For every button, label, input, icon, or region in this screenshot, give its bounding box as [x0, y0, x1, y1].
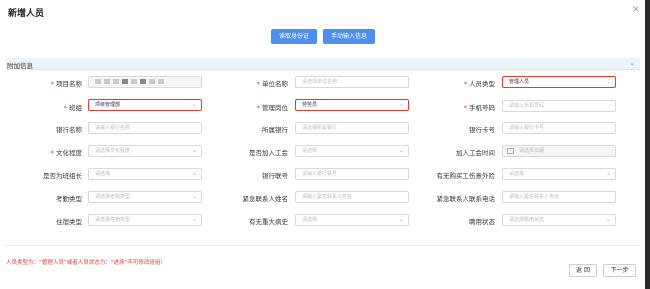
warning-note: 人员类型为：“管理人员”或者人员状态为：“进场”不可修改班组！	[6, 260, 166, 266]
top-actions: 读取身份证 手动输入信息	[0, 29, 650, 45]
phone-input[interactable]: 请输入手机号码	[502, 100, 616, 112]
team-leader-select[interactable]: 请选择 ⌄	[88, 168, 202, 180]
read-id-card-button[interactable]: 读取身份证	[271, 29, 317, 44]
education-label: * 文化程度	[50, 149, 82, 157]
joined-union-select[interactable]: 请选择 ⌄	[295, 145, 409, 157]
next-button[interactable]: 下一步	[603, 264, 636, 277]
union-join-time-label: 加入工会时间	[456, 149, 495, 157]
emergency-name-input[interactable]: 请输入紧急联系人姓名	[295, 191, 409, 203]
bank-label: 所属银行	[262, 126, 288, 134]
calendar-icon	[507, 148, 514, 154]
project-name-field	[88, 76, 202, 88]
bank-card-input[interactable]: 请输入银行卡号	[502, 122, 616, 134]
dialog-title: 新增人员	[8, 9, 45, 19]
team-label: * 班组	[63, 104, 82, 112]
education-select[interactable]: 请选择文化程度 ⌄	[88, 145, 202, 157]
major-illness-label: 有无重大病史	[249, 218, 288, 226]
chevron-down-icon: ⌄	[605, 170, 611, 177]
bank-card-label: 银行卡号	[469, 126, 495, 134]
chevron-down-icon: ⌄	[191, 101, 197, 108]
major-illness-select[interactable]: 请选择 ⌄	[295, 214, 409, 226]
joined-union-label: 是否加入工会	[249, 149, 288, 157]
attendance-type-select[interactable]: 请选择考勤类型 ⌄	[88, 191, 202, 203]
mgmt-post-select[interactable]: 劳务员 ⌄	[295, 99, 409, 111]
emergency-phone-input[interactable]: 请输入紧急联系人电话	[502, 191, 616, 203]
project-name-label: * 项目名称	[50, 80, 82, 88]
unit-name-field[interactable]: 请选择单位名称	[295, 76, 409, 88]
chevron-down-icon: ⌄	[398, 147, 404, 154]
bank-account-no-label: 银行联号	[262, 172, 288, 180]
add-person-dialog: 新增人员 × 读取身份证 手动输入信息 附加信息 ⌄ * 项目名称 * 单位名称 请…	[0, 0, 650, 289]
attendance-type-label: 考勤类型	[56, 195, 82, 203]
bank-account-no-input[interactable]: 请输入银行联号	[295, 168, 409, 180]
bank-select[interactable]: 请选择所属银行	[295, 122, 409, 134]
close-icon[interactable]: ×	[632, 4, 640, 15]
chevron-down-icon: ⌄	[191, 147, 197, 154]
employment-status-select[interactable]: 请选择聘用状态 ⌄	[502, 214, 616, 226]
back-button[interactable]: 返 回	[569, 264, 597, 277]
manual-input-button[interactable]: 手动输入信息	[323, 29, 375, 44]
emergency-phone-label: 紧急联系人联系电话	[436, 195, 496, 203]
bank-name-input[interactable]: 请输入银行名称	[88, 122, 202, 134]
accident-insurance-label: 有无购买工伤意外险	[436, 172, 496, 180]
chevron-down-icon: ⌄	[398, 216, 404, 223]
section-header[interactable]: 附加信息 ⌄	[6, 58, 640, 70]
accident-insurance-select[interactable]: 请选择 ⌄	[502, 168, 616, 180]
housing-type-select[interactable]: 请选择住宿类型 ⌄	[88, 214, 202, 226]
person-type-select[interactable]: 管理人员 ⌄	[502, 76, 616, 88]
form-area: * 项目名称 * 单位名称 请选择单位名称 * 人员类型 管理人员 ⌄ * 班组 项目管理…	[6, 70, 640, 246]
unit-name-label: * 单位名称	[256, 80, 288, 88]
chevron-down-icon: ⌄	[191, 193, 197, 200]
phone-label: * 手机号码	[463, 104, 495, 112]
employment-status-label: 聘用状态	[469, 218, 495, 226]
section-title: 附加信息	[7, 62, 33, 70]
chevron-down-icon[interactable]: ⌄	[629, 59, 635, 67]
bank-name-label: 银行名称	[56, 126, 82, 134]
chevron-down-icon: ⌄	[398, 101, 404, 108]
emergency-name-label: 紧急联系人姓名	[242, 195, 289, 203]
chevron-down-icon: ⌄	[191, 216, 197, 223]
team-leader-label: 是否为班组长	[43, 172, 82, 180]
chevron-down-icon: ⌄	[605, 216, 611, 223]
team-select[interactable]: 项目管理部 ⌄	[88, 99, 202, 111]
housing-type-label: 住宿类型	[56, 218, 82, 226]
person-type-label: * 人员类型	[463, 80, 495, 88]
union-join-time-picker[interactable]: 请选择日期	[502, 145, 616, 157]
chevron-down-icon: ⌄	[191, 170, 197, 177]
mgmt-post-label: * 管理岗位	[256, 104, 288, 112]
chevron-down-icon: ⌄	[605, 78, 611, 85]
